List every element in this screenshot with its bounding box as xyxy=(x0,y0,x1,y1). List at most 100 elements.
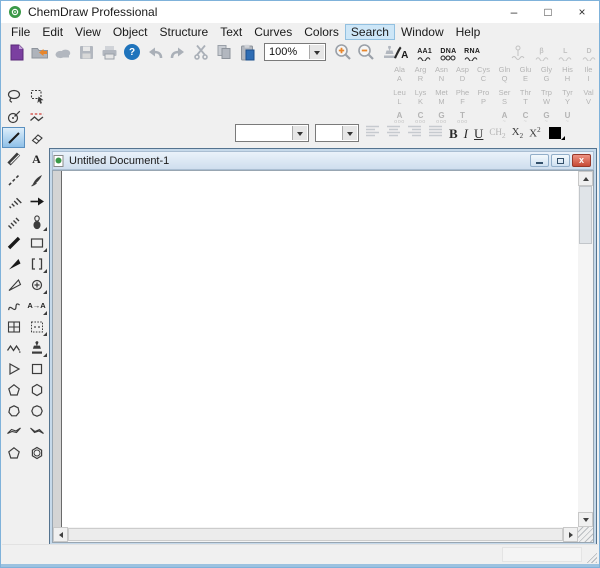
bracket-tool[interactable] xyxy=(25,253,48,274)
cyclohexane-ring-tool[interactable] xyxy=(25,379,48,400)
text-tool[interactable]: A xyxy=(25,148,48,169)
l-amino-tool[interactable]: L xyxy=(554,48,578,61)
minimize-button[interactable]: – xyxy=(497,1,531,23)
open-cloud-button[interactable] xyxy=(53,42,73,62)
maximize-button[interactable]: □ xyxy=(531,1,565,23)
size-dropdown-button[interactable] xyxy=(342,126,357,140)
cycloheptane-ring-tool[interactable] xyxy=(2,400,25,421)
align-justify-button[interactable] xyxy=(428,124,443,142)
scroll-left-button[interactable] xyxy=(53,527,68,542)
cut-button[interactable] xyxy=(191,42,211,62)
aa-his-button[interactable]: HisH xyxy=(557,64,578,84)
bold-button[interactable]: B xyxy=(449,127,458,140)
color-swatch-button[interactable] xyxy=(549,127,561,139)
hollow-wedge-bond-tool[interactable] xyxy=(2,274,25,295)
aa-thr-button[interactable]: ThrT xyxy=(515,87,536,107)
title-bar[interactable]: ChemDraw Professional – □ × xyxy=(1,1,599,23)
formula-button[interactable]: CH2 xyxy=(489,127,505,140)
zoom-level-combobox[interactable]: 100% xyxy=(264,43,326,61)
aa-phe-button[interactable]: PheF xyxy=(452,87,473,107)
d-amino-tool[interactable]: D xyxy=(577,48,600,61)
aa-trp-button[interactable]: TrpW xyxy=(536,87,557,107)
cyclopropane-ring-tool[interactable] xyxy=(2,358,25,379)
drawing-rectangle-tool[interactable] xyxy=(25,232,48,253)
aa-ile-button[interactable]: IleI xyxy=(578,64,599,84)
pen-tool[interactable] xyxy=(25,169,48,190)
table-tool[interactable] xyxy=(2,316,25,337)
menu-object[interactable]: Object xyxy=(107,24,154,40)
sidechain-attachment-tool[interactable] xyxy=(506,45,530,61)
menu-search[interactable]: Search xyxy=(345,24,395,40)
cyclopentane-ring-tool[interactable] xyxy=(2,379,25,400)
menu-curves[interactable]: Curves xyxy=(248,24,298,40)
aa-gly-button[interactable]: GlyG xyxy=(536,64,557,84)
close-button[interactable]: × xyxy=(565,1,599,23)
vertical-scroll-thumb[interactable] xyxy=(579,186,592,244)
document-restore-button[interactable] xyxy=(551,154,570,167)
wavy-bond-tool[interactable] xyxy=(2,295,25,316)
paste-button[interactable] xyxy=(237,42,257,62)
document-close-button[interactable]: x xyxy=(572,154,591,167)
aa-glu-button[interactable]: GluE xyxy=(515,64,536,84)
font-size-combobox[interactable] xyxy=(315,124,359,142)
zoom-dropdown-button[interactable] xyxy=(309,45,324,59)
help-button[interactable]: ? xyxy=(122,42,142,62)
chair-cyclohexane-tool-2[interactable] xyxy=(25,421,48,442)
subscript-button[interactable]: X2 xyxy=(512,126,523,140)
cyclooctane-ring-tool[interactable] xyxy=(25,400,48,421)
align-center-button[interactable] xyxy=(386,124,401,142)
hashed-bond-tool[interactable] xyxy=(2,211,25,232)
scrollbar-corner-resize-grip[interactable] xyxy=(578,527,593,542)
document-title-bar[interactable]: Untitled Document-1 x xyxy=(52,151,594,170)
aa-ser-button[interactable]: SerS xyxy=(494,87,515,107)
constrain-tool[interactable] xyxy=(25,106,48,127)
beta-amino-tool[interactable]: β xyxy=(530,48,554,61)
aa-asn-button[interactable]: AsnN xyxy=(431,64,452,84)
font-dropdown-button[interactable] xyxy=(292,126,307,140)
window-resize-grip[interactable] xyxy=(584,550,597,563)
zoom-out-button[interactable] xyxy=(356,42,376,62)
acyclic-chain-tool[interactable] xyxy=(2,337,25,358)
aa-cys-button[interactable]: CysC xyxy=(473,64,494,84)
new-document-button[interactable] xyxy=(7,42,27,62)
vertical-scrollbar[interactable] xyxy=(578,171,593,527)
rna-tool[interactable]: RNA xyxy=(460,48,484,61)
atom-to-atom-tool[interactable]: A→A xyxy=(25,295,48,316)
horizontal-scrollbar[interactable] xyxy=(53,527,578,542)
aa-pro-button[interactable]: ProP xyxy=(473,87,494,107)
menu-text[interactable]: Text xyxy=(214,24,248,40)
aa-asp-button[interactable]: AspD xyxy=(452,64,473,84)
bold-bond-tool[interactable] xyxy=(2,232,25,253)
document-minimize-button[interactable] xyxy=(530,154,549,167)
zoom-in-button[interactable] xyxy=(333,42,353,62)
cyclopentadiene-ring-tool[interactable] xyxy=(2,442,25,463)
multiple-bond-tool[interactable] xyxy=(2,148,25,169)
font-family-combobox[interactable] xyxy=(235,124,309,142)
aa-lys-button[interactable]: LysK xyxy=(410,87,431,107)
solid-bond-tool[interactable] xyxy=(2,127,25,148)
horizontal-scroll-thumb[interactable] xyxy=(68,528,563,541)
drawing-canvas[interactable] xyxy=(61,171,578,527)
dashed-bond-tool[interactable] xyxy=(2,169,25,190)
wedge-bond-tool[interactable] xyxy=(2,253,25,274)
dna-tool[interactable]: DNA xyxy=(437,48,461,61)
align-right-button[interactable] xyxy=(407,124,422,142)
save-button[interactable] xyxy=(76,42,96,62)
align-left-button[interactable] xyxy=(365,124,380,142)
copy-button[interactable] xyxy=(214,42,234,62)
aa-tyr-button[interactable]: TyrY xyxy=(557,87,578,107)
aa-met-button[interactable]: MetM xyxy=(431,87,452,107)
hashed-wedge-bond-tool[interactable] xyxy=(2,190,25,211)
scroll-up-button[interactable] xyxy=(578,171,593,186)
template-stamp-tool[interactable] xyxy=(25,337,48,358)
aa-gln-button[interactable]: GlnQ xyxy=(494,64,515,84)
aa-arg-button[interactable]: ArgR xyxy=(410,64,431,84)
chemical-symbol-tool[interactable] xyxy=(25,274,48,295)
orbital-tool[interactable] xyxy=(25,211,48,232)
templates-tool[interactable] xyxy=(25,316,48,337)
undo-button[interactable] xyxy=(145,42,165,62)
underline-button[interactable]: U xyxy=(474,127,483,140)
marquee-tool[interactable] xyxy=(25,85,48,106)
aa-ala-button[interactable]: AlaA xyxy=(389,64,410,84)
menu-file[interactable]: File xyxy=(5,24,36,40)
